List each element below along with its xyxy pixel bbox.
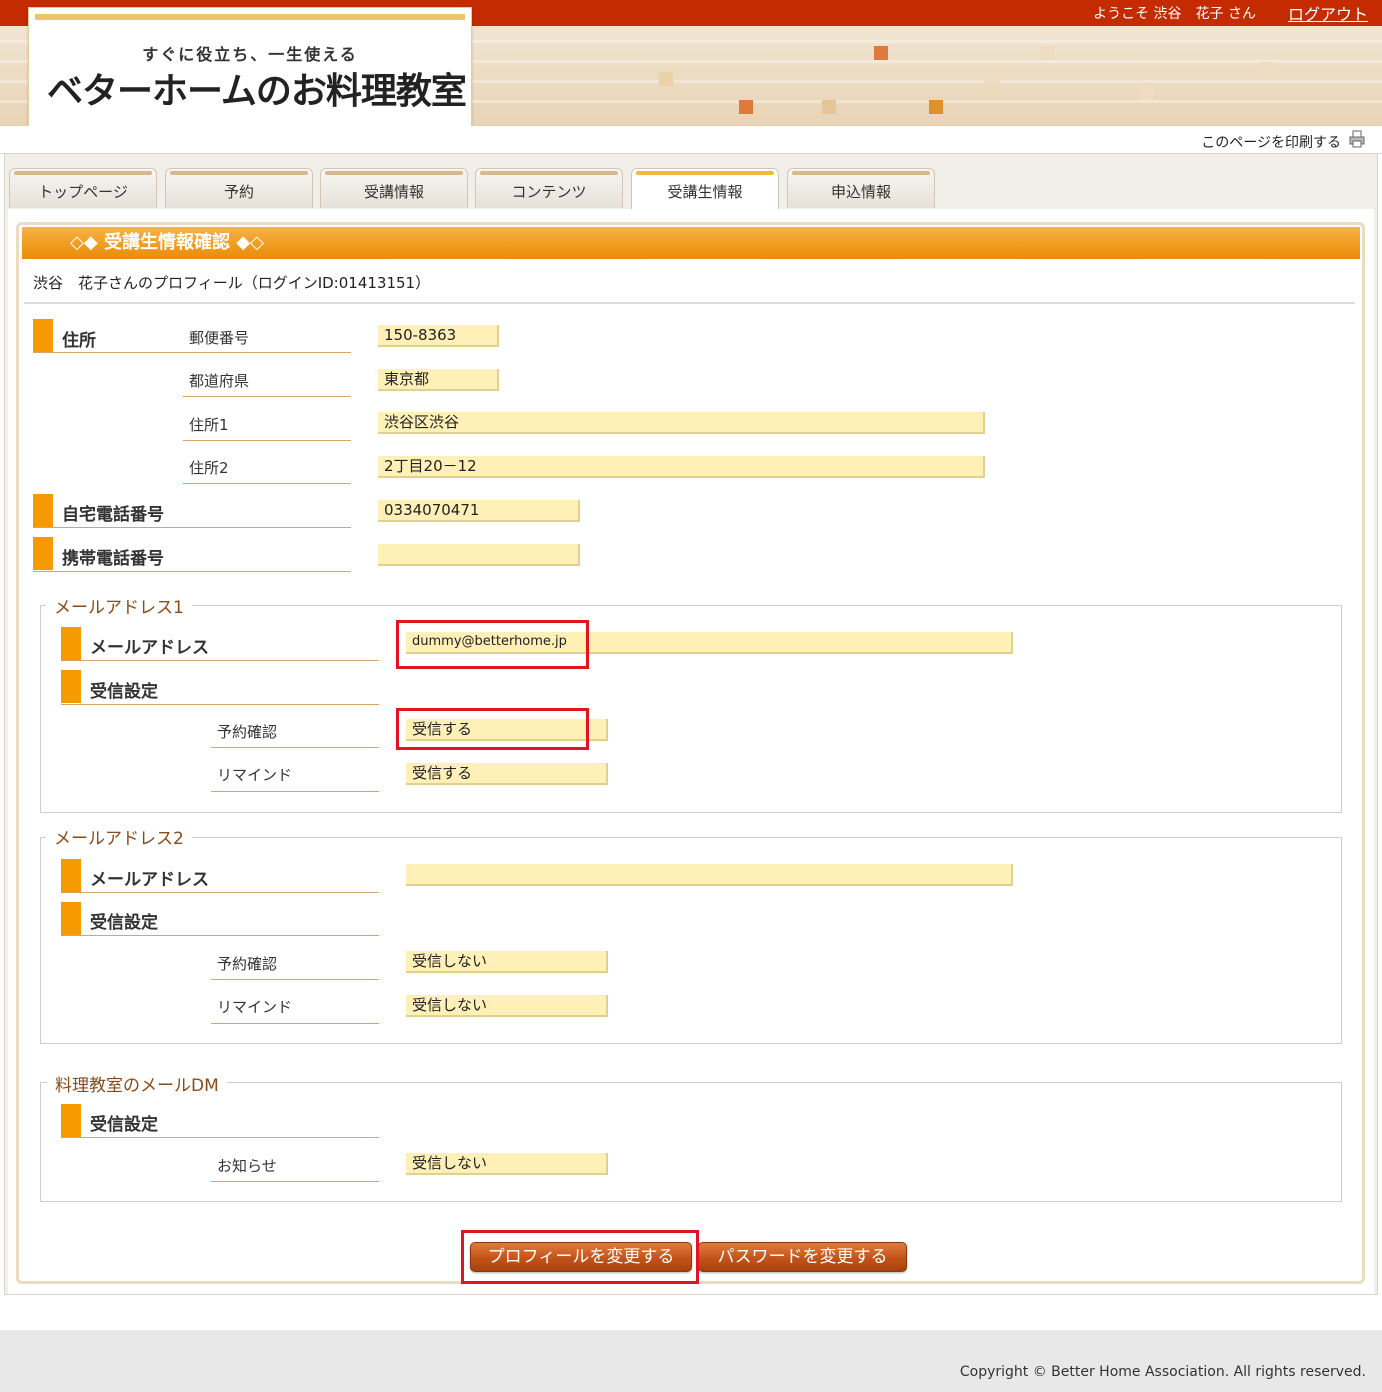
section-marker <box>33 537 53 570</box>
divider <box>61 1137 379 1138</box>
divider <box>33 527 351 528</box>
footer <box>0 1330 1382 1392</box>
tab-contents[interactable]: コンテンツ <box>475 168 623 208</box>
highlight-box <box>396 620 589 669</box>
mail1-remind-value: 受信する <box>406 763 608 785</box>
change-password-button[interactable]: パスワードを変更する <box>698 1242 907 1272</box>
dm-group <box>40 1082 1342 1202</box>
welcome-text: ようこそ 渋谷 花子 さん <box>1093 6 1256 22</box>
divider <box>24 302 1355 304</box>
mail1-reservation-label: 予約確認 <box>217 723 278 741</box>
logout-link[interactable]: ログアウト <box>1288 1 1368 25</box>
section-marker <box>33 494 53 527</box>
highlight-box <box>396 708 589 750</box>
mail1-address-label: メールアドレス <box>90 638 209 658</box>
mail2-address-value <box>406 864 1013 886</box>
address2-label: 住所2 <box>189 459 229 477</box>
section-marker <box>61 627 81 660</box>
postal-code-value: 150-8363 <box>378 325 499 347</box>
address1-value: 渋谷区渋谷 <box>378 412 985 434</box>
prefecture-label: 都道府県 <box>189 372 250 390</box>
logo-name: ベターホームのお料理教室 <box>47 71 467 112</box>
tab-lesson-info[interactable]: 受講情報 <box>320 168 468 208</box>
divider <box>61 660 379 661</box>
dm-notice-label: お知らせ <box>217 1157 277 1175</box>
address-label: 住所 <box>62 331 96 351</box>
mail1-receive-label: 受信設定 <box>90 682 158 702</box>
divider <box>211 979 379 980</box>
section-marker <box>33 319 53 352</box>
mail1-remind-label: リマインド <box>217 766 293 784</box>
copyright-text: Copyright © Better Home Association. All… <box>959 1364 1366 1380</box>
tab-student-info[interactable]: 受講生情報 <box>631 168 779 212</box>
mobile-phone-value <box>378 544 580 566</box>
divider <box>33 352 351 353</box>
divider <box>211 791 379 792</box>
print-page-link[interactable]: このページを印刷する <box>1201 132 1341 152</box>
divider <box>211 1181 379 1182</box>
print-bar: このページを印刷する <box>0 126 1382 154</box>
page-title: ◇◆ 受講生情報確認 ◆◇ <box>22 227 1360 259</box>
divider <box>61 704 379 705</box>
address2-value: 2丁目20－12 <box>378 456 985 478</box>
divider <box>33 571 351 572</box>
divider <box>183 396 351 397</box>
divider <box>211 747 379 748</box>
home-phone-value: 0334070471 <box>378 500 580 522</box>
divider <box>183 440 351 441</box>
divider <box>61 892 379 893</box>
divider <box>183 483 351 484</box>
mobile-phone-label: 携帯電話番号 <box>62 549 164 569</box>
tab-top-page[interactable]: トップページ <box>9 168 157 208</box>
printer-icon[interactable] <box>1349 130 1365 148</box>
section-marker <box>61 1104 81 1137</box>
section-marker <box>61 902 81 935</box>
mail2-address-label: メールアドレス <box>90 870 209 890</box>
dm-receive-label: 受信設定 <box>90 1115 158 1135</box>
divider <box>61 935 379 936</box>
tab-application-info[interactable]: 申込情報 <box>787 168 935 208</box>
site-logo[interactable]: すぐに役立ち、一生使える ベターホームのお料理教室 <box>28 7 472 127</box>
mail2-remind-value: 受信しない <box>406 995 608 1017</box>
postal-code-label: 郵便番号 <box>189 329 250 347</box>
address1-label: 住所1 <box>189 416 229 434</box>
mail2-reservation-label: 予約確認 <box>217 955 278 973</box>
prefecture-value: 東京都 <box>378 369 499 391</box>
mail1-legend: メールアドレス1 <box>46 593 192 618</box>
divider <box>211 1023 379 1024</box>
mail2-receive-label: 受信設定 <box>90 913 158 933</box>
tab-reservation[interactable]: 予約 <box>165 168 313 208</box>
profile-heading: 渋谷 花子さんのプロフィール（ログインID:01413151） <box>33 274 431 292</box>
dm-notice-value: 受信しない <box>406 1153 608 1175</box>
mail2-remind-label: リマインド <box>217 998 293 1016</box>
home-phone-label: 自宅電話番号 <box>62 505 164 525</box>
section-marker <box>61 670 81 703</box>
section-marker <box>61 859 81 892</box>
dm-legend: 料理教室のメールDM <box>47 1071 227 1096</box>
mail2-reservation-value: 受信しない <box>406 951 608 973</box>
mail2-legend: メールアドレス2 <box>46 824 192 849</box>
highlight-box <box>461 1230 699 1284</box>
